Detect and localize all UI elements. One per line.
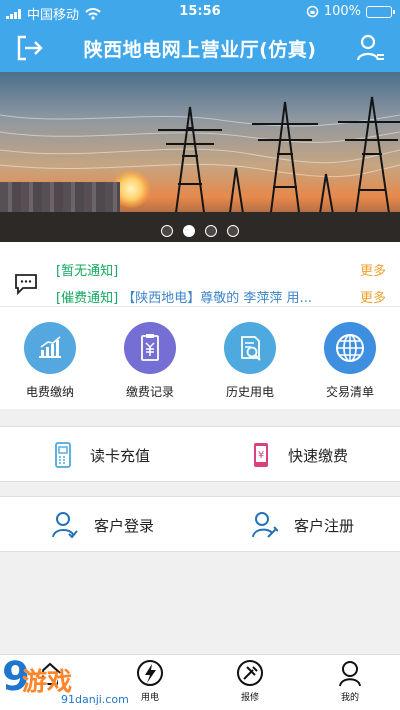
notice-item[interactable]: [催费通知] 【陕西地电】尊敬的 李萍萍 用... <box>56 287 312 307</box>
user-profile-icon[interactable] <box>354 32 386 64</box>
menu-payment-record[interactable]: 缴费记录 <box>108 322 192 400</box>
payment-record-icon <box>124 322 176 374</box>
menu-history-usage[interactable]: 历史用电 <box>208 322 292 400</box>
menu-electricity-payment[interactable]: 电费缴纳 <box>8 322 92 400</box>
menu-label: 电费缴纳 <box>25 385 74 399</box>
rotation-lock-icon <box>306 5 319 18</box>
notice-tag: [催费通知] <box>56 291 119 306</box>
repair-icon <box>237 660 263 686</box>
menu-label: 缴费记录 <box>125 385 174 399</box>
battery-percent: 100% <box>323 4 361 19</box>
tab-mine[interactable]: 我的 <box>300 659 400 703</box>
notice-more-link[interactable]: 更多 <box>360 260 386 279</box>
lightning-icon <box>137 660 163 686</box>
top-header: 中国移动 15:56 100% 陕西地电网上营业厅(仿真) <box>0 0 400 72</box>
banner-dot-active[interactable] <box>183 225 195 237</box>
phone-yuan-icon: ¥ <box>254 443 268 467</box>
card-reader-icon <box>55 442 71 468</box>
card-recharge-label: 读卡充值 <box>90 446 151 465</box>
bottom-tabbar: 用电 报修 我的 <box>0 654 400 710</box>
globe-icon <box>324 322 376 374</box>
user-check-icon <box>52 512 78 539</box>
tab-home[interactable] <box>0 659 100 690</box>
tab-mine-label: 我的 <box>340 693 359 703</box>
hero-banner[interactable] <box>0 72 400 242</box>
card-recharge-button[interactable]: 读卡充值 <box>52 441 150 469</box>
banner-dot[interactable] <box>205 225 217 237</box>
customer-login-label: 客户登录 <box>94 516 155 535</box>
battery-icon <box>366 5 395 18</box>
tab-electricity[interactable]: 用电 <box>100 659 200 703</box>
message-icon <box>15 274 37 296</box>
home-icon <box>39 662 61 685</box>
menu-transaction-list[interactable]: 交易清单 <box>308 322 392 400</box>
recharge-section: 读卡充值 ¥ 快速缴费 <box>0 426 400 482</box>
user-icon <box>339 661 361 687</box>
status-bar: 中国移动 15:56 100% <box>0 0 400 24</box>
banner-dot[interactable] <box>161 225 173 237</box>
notice-message: 【陕西地电】尊敬的 李萍萍 用... <box>122 291 312 306</box>
menu-label: 交易清单 <box>325 385 374 399</box>
customer-register-button[interactable]: 客户注册 <box>250 511 354 539</box>
account-section: 客户登录 客户注册 <box>0 496 400 552</box>
customer-login-button[interactable]: 客户登录 <box>50 511 154 539</box>
svg-text:¥: ¥ <box>258 450 264 461</box>
notice-more-link[interactable]: 更多 <box>360 287 386 306</box>
quick-pay-button[interactable]: ¥ 快速缴费 <box>250 441 348 469</box>
bar-chart-icon <box>24 322 76 374</box>
page-title: 陕西地电网上营业厅(仿真) <box>83 39 317 61</box>
user-edit-icon <box>252 512 278 538</box>
notice-tag: [暂无通知] <box>56 264 119 279</box>
banner-dot[interactable] <box>227 225 239 237</box>
menu-label: 历史用电 <box>225 385 274 399</box>
quick-pay-label: 快速缴费 <box>288 446 349 465</box>
title-bar: 陕西地电网上营业厅(仿真) <box>0 24 400 72</box>
app-screen: 中国移动 15:56 100% 陕西地电网上营业厅(仿真) [暂无通知] 更多 … <box>0 0 400 710</box>
service-menu: 电费缴纳 缴费记录 历史用电 交易清单 <box>0 307 400 409</box>
banner-pagination[interactable] <box>0 225 400 237</box>
notice-item[interactable]: [暂无通知] <box>56 260 118 280</box>
tab-electricity-label: 用电 <box>140 693 159 703</box>
history-document-icon <box>224 322 276 374</box>
customer-register-label: 客户注册 <box>294 516 355 535</box>
tab-repair[interactable]: 报修 <box>200 659 300 703</box>
status-right: 100% <box>306 4 395 19</box>
tab-repair-label: 报修 <box>240 693 259 703</box>
